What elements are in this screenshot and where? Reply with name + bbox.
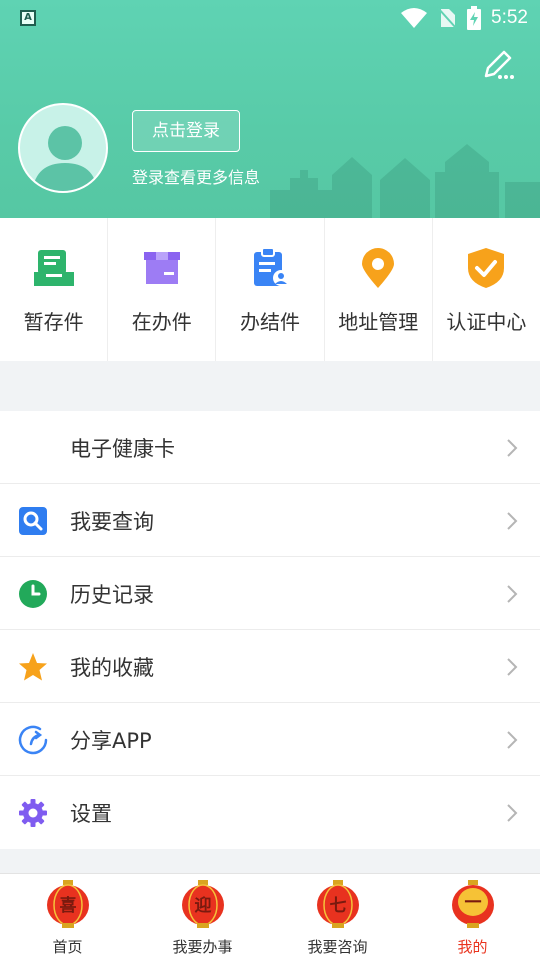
- bottom-nav: 喜 首页 迎 我要办事 七 我要咨询 一 我的: [0, 873, 540, 960]
- lantern-icon: 七: [316, 880, 359, 928]
- quick-item-in-progress[interactable]: 在办件: [108, 218, 217, 361]
- default-user-icon: [32, 126, 98, 191]
- gear-icon: [19, 799, 47, 827]
- draft-box-icon: [33, 250, 74, 286]
- menu-item-label: 历史记录: [70, 583, 154, 607]
- chevron-right-icon: [507, 512, 518, 530]
- status-time: 5:52: [491, 7, 528, 28]
- menu-item-label: 我的收藏: [70, 656, 154, 680]
- shield-check-icon: [468, 248, 505, 288]
- chevron-right-icon: [507, 585, 518, 603]
- quick-item-address[interactable]: 地址管理: [325, 218, 433, 361]
- lantern-char: 一: [464, 893, 481, 913]
- menu-item-history[interactable]: 历史记录: [0, 557, 540, 630]
- login-button[interactable]: 点击登录: [132, 110, 240, 152]
- tab-label: 首页: [52, 938, 83, 956]
- tab-services[interactable]: 迎 我要办事: [135, 874, 270, 960]
- quick-item-verification[interactable]: 认证中心: [433, 218, 540, 361]
- no-sim-icon: [437, 7, 457, 29]
- profile-header: A 5:52 点击登录 登录查看更多信息: [0, 0, 540, 218]
- chevron-right-icon: [507, 658, 518, 676]
- menu-item-health-card[interactable]: 电子健康卡: [0, 411, 540, 484]
- quick-label: 地址管理: [338, 310, 419, 334]
- quick-label: 认证中心: [446, 310, 527, 334]
- menu-list: 电子健康卡 我要查询 历史记录 我的收藏 分享APP 设置: [0, 411, 540, 849]
- menu-item-label: 我要查询: [70, 510, 154, 534]
- menu-item-label: 设置: [70, 802, 112, 826]
- lantern-char: 喜: [59, 896, 76, 916]
- quick-item-completed[interactable]: 办结件: [216, 218, 325, 361]
- app-notification-icon: A: [20, 10, 36, 26]
- box-icon: [143, 252, 180, 284]
- tab-label: 我的: [457, 938, 488, 956]
- tab-consult[interactable]: 七 我要咨询: [270, 874, 405, 960]
- menu-item-label: 电子健康卡: [70, 437, 175, 461]
- tab-label: 我要咨询: [307, 938, 368, 956]
- clock-icon: [19, 580, 47, 608]
- share-icon: [18, 725, 48, 755]
- wifi-icon: [401, 8, 428, 28]
- tab-home[interactable]: 喜 首页: [0, 874, 135, 960]
- lantern-char: 迎: [194, 895, 211, 916]
- location-pin-icon: [362, 248, 395, 288]
- chevron-right-icon: [507, 439, 518, 457]
- chevron-right-icon: [507, 731, 518, 749]
- lantern-icon: 喜: [46, 880, 89, 928]
- city-skyline-decoration: [270, 144, 540, 218]
- search-icon: [19, 507, 47, 535]
- quick-label: 办结件: [240, 310, 300, 334]
- quick-item-drafts[interactable]: 暂存件: [0, 218, 109, 361]
- lantern-char: 七: [329, 896, 346, 916]
- menu-item-favorites[interactable]: 我的收藏: [0, 630, 540, 703]
- login-hint: 登录查看更多信息: [132, 168, 261, 187]
- tab-mine[interactable]: 一 我的: [405, 874, 540, 960]
- menu-item-settings[interactable]: 设置: [0, 776, 540, 849]
- star-icon: [19, 653, 47, 681]
- clipboard-user-icon: [254, 247, 289, 286]
- edit-icon[interactable]: [478, 44, 518, 84]
- battery-charging-icon: [467, 6, 482, 30]
- chevron-right-icon: [507, 804, 518, 822]
- menu-item-label: 分享APP: [70, 729, 152, 753]
- quick-actions: 暂存件 在办件 办结件 地址管理 认证中心: [0, 218, 540, 361]
- lantern-icon: 迎: [181, 880, 224, 928]
- avatar[interactable]: [18, 103, 108, 193]
- menu-item-search[interactable]: 我要查询: [0, 484, 540, 557]
- menu-item-share[interactable]: 分享APP: [0, 703, 540, 776]
- lantern-icon: 一: [451, 880, 494, 928]
- quick-label: 在办件: [131, 310, 192, 334]
- tab-label: 我要办事: [172, 938, 233, 956]
- quick-label: 暂存件: [23, 310, 84, 334]
- status-bar: A 5:52: [0, 0, 540, 36]
